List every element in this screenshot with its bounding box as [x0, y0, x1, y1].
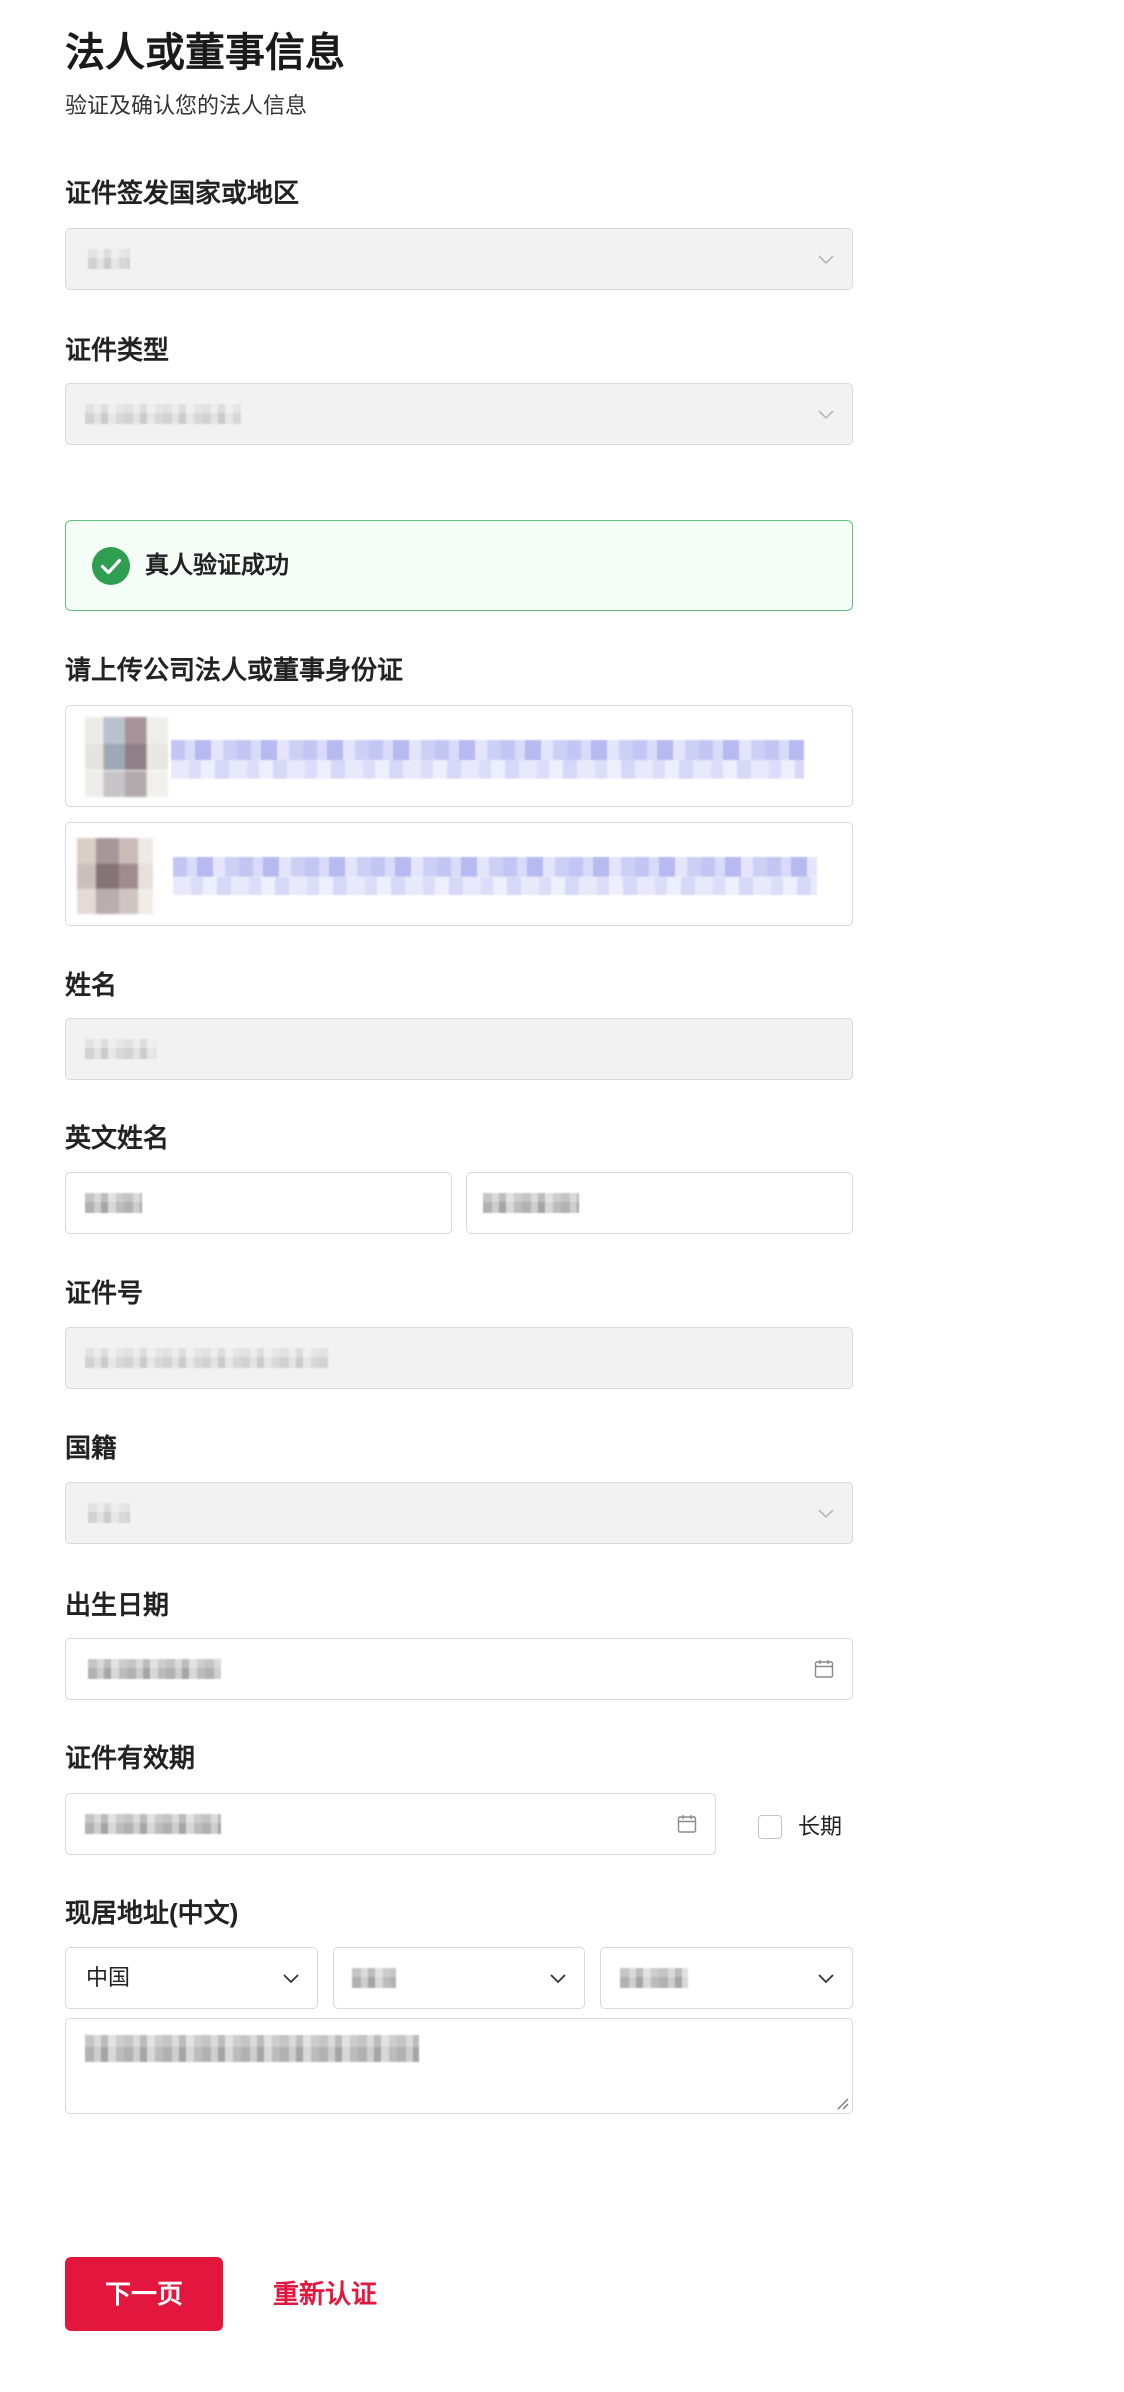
- nationality-select: [65, 1482, 853, 1544]
- redacted-value: [85, 1193, 142, 1213]
- calendar-icon[interactable]: [676, 1813, 698, 1835]
- chevron-down-icon: [816, 1968, 836, 1988]
- english-name-label: 英文姓名: [65, 1123, 170, 1153]
- redacted-value: [352, 1968, 396, 1988]
- issuing-region-select: [65, 228, 853, 290]
- calendar-icon[interactable]: [813, 1658, 835, 1680]
- id-type-label: 证件类型: [65, 335, 170, 365]
- name-input: [65, 1018, 853, 1080]
- id-validity-picker[interactable]: [65, 1793, 716, 1855]
- address-detail-textarea[interactable]: [65, 2018, 853, 2114]
- page-subtitle: 验证及确认您的法人信息: [65, 93, 308, 118]
- name-label: 姓名: [65, 970, 118, 1000]
- chevron-down-icon: [816, 1503, 836, 1523]
- address-country-value: 中国: [86, 1965, 131, 1990]
- uploaded-file-card[interactable]: [65, 822, 853, 926]
- id-upload-label: 请上传公司法人或董事身份证: [65, 655, 404, 685]
- redacted-value: [620, 1968, 688, 1988]
- redacted-file-name: [171, 740, 804, 779]
- address-country-select[interactable]: 中国: [65, 1947, 318, 2009]
- address-label: 现居地址(中文): [65, 1898, 239, 1928]
- id-card-thumbnail: [85, 717, 168, 797]
- id-number-label: 证件号: [65, 1278, 144, 1308]
- english-last-name-input[interactable]: [466, 1172, 853, 1234]
- check-circle-icon: [92, 547, 130, 585]
- redacted-value: [88, 249, 130, 269]
- redacted-value: [88, 1659, 221, 1679]
- uploaded-file-card[interactable]: [65, 705, 853, 807]
- chevron-down-icon: [816, 249, 836, 269]
- redacted-value: [483, 1193, 579, 1213]
- id-validity-label: 证件有效期: [65, 1743, 196, 1773]
- redacted-file-name: [173, 857, 817, 895]
- chevron-down-icon: [816, 404, 836, 424]
- resize-handle-icon[interactable]: [835, 2096, 849, 2110]
- birth-date-picker[interactable]: [65, 1638, 853, 1700]
- verification-success-banner: 真人验证成功: [65, 520, 853, 611]
- nationality-label: 国籍: [65, 1433, 118, 1463]
- long-term-label[interactable]: 长期: [798, 1812, 842, 1842]
- address-city-select[interactable]: [600, 1947, 853, 2009]
- address-province-select[interactable]: [333, 1947, 585, 2009]
- long-term-checkbox[interactable]: [758, 1815, 782, 1839]
- page-title: 法人或董事信息: [65, 31, 345, 75]
- redacted-value: [88, 1503, 130, 1523]
- id-number-input: [65, 1327, 853, 1389]
- id-card-thumbnail: [77, 838, 153, 914]
- redacted-value: [85, 404, 241, 424]
- english-first-name-input[interactable]: [65, 1172, 452, 1234]
- chevron-down-icon: [281, 1968, 301, 1988]
- issuing-region-label: 证件签发国家或地区: [65, 178, 300, 208]
- id-type-select: [65, 383, 853, 445]
- redacted-value: [85, 1348, 328, 1368]
- next-page-button[interactable]: 下一页: [65, 2257, 223, 2331]
- reverify-link[interactable]: 重新认证: [273, 2277, 377, 2311]
- verification-status-text: 真人验证成功: [145, 552, 289, 579]
- redacted-value: [85, 1039, 156, 1059]
- redacted-value: [85, 2035, 419, 2062]
- birth-date-label: 出生日期: [65, 1590, 170, 1620]
- redacted-value: [85, 1814, 221, 1834]
- chevron-down-icon: [548, 1968, 568, 1988]
